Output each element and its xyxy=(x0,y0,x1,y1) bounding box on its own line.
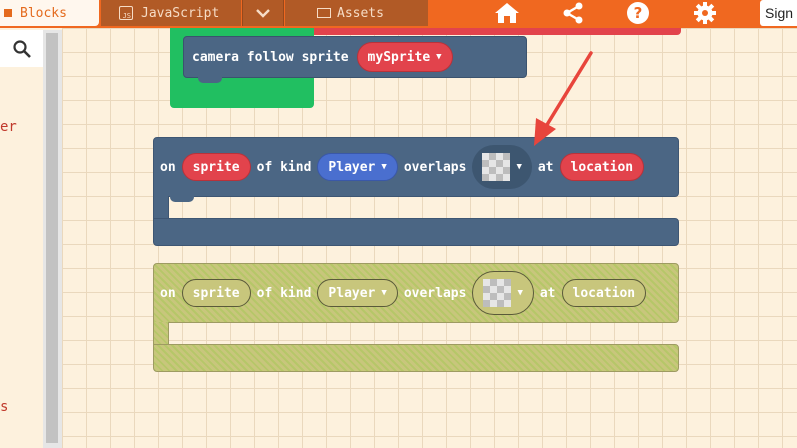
chevron-down-icon xyxy=(256,9,270,18)
tab-javascript[interactable]: JS JavaScript xyxy=(101,0,241,26)
tab-javascript-label: JavaScript xyxy=(141,5,220,21)
kind-value: Player xyxy=(328,159,376,175)
sprite-parameter[interactable]: sprite xyxy=(181,279,251,307)
location-parameter-label: location xyxy=(572,285,636,301)
top-menu-bar: Blocks JS JavaScript Assets ? Sign xyxy=(0,0,797,28)
ghost-event-block[interactable]: on sprite of kind Player ▼ overlaps ▼ at… xyxy=(153,263,679,373)
block-text: camera follow sprite xyxy=(192,49,349,65)
sprite-parameter[interactable]: sprite xyxy=(181,153,251,181)
caret-down-icon: ▼ xyxy=(381,162,387,172)
block-bottom xyxy=(153,344,679,372)
sprite-parameter-label: sprite xyxy=(192,285,240,301)
toolbox-scrollbar[interactable] xyxy=(43,30,62,448)
blocks-workspace[interactable]: camera follow sprite mySprite ▼ on sprit… xyxy=(62,28,797,448)
svg-text:?: ? xyxy=(634,4,643,22)
toolbox-category-partial[interactable]: s xyxy=(0,399,8,415)
sprite-parameter-label: sprite xyxy=(192,159,240,175)
kind-dropdown[interactable]: Player ▼ xyxy=(317,153,398,181)
block-arm xyxy=(153,196,169,220)
keyword-of-kind: of kind xyxy=(256,285,312,301)
keyword-on: on xyxy=(160,159,176,175)
block-notch xyxy=(198,77,222,83)
sign-in-button[interactable]: Sign xyxy=(760,0,797,26)
gear-icon xyxy=(694,2,716,24)
share-button[interactable] xyxy=(558,0,588,26)
location-parameter-label: location xyxy=(570,159,634,175)
block-arm xyxy=(153,322,169,346)
camera-follow-sprite-block[interactable]: camera follow sprite mySprite ▼ xyxy=(183,36,527,78)
keyword-of-kind: of kind xyxy=(256,159,312,175)
caret-down-icon: ▼ xyxy=(436,52,442,62)
keyword-at: at xyxy=(537,159,554,175)
search-icon xyxy=(12,39,31,58)
scrollbar-thumb[interactable] xyxy=(46,33,58,443)
keyword-overlaps: overlaps xyxy=(403,159,467,175)
keyword-on: on xyxy=(160,285,176,301)
block-bottom xyxy=(153,218,679,246)
language-dropdown-button[interactable] xyxy=(242,0,284,26)
location-parameter[interactable]: location xyxy=(561,279,647,307)
javascript-icon: JS xyxy=(119,6,133,20)
blocks-icon xyxy=(4,9,12,17)
keyword-at: at xyxy=(539,285,556,301)
keyword-overlaps: overlaps xyxy=(403,285,467,301)
block-notch xyxy=(170,196,194,202)
caret-down-icon: ▼ xyxy=(381,288,387,298)
help-icon: ? xyxy=(627,2,649,24)
tab-blocks[interactable]: Blocks xyxy=(0,0,99,26)
settings-button[interactable] xyxy=(690,0,720,26)
variable-dropdown[interactable]: mySprite ▼ xyxy=(356,42,453,72)
on-sprite-overlaps-tile-block[interactable]: on sprite of kind Player ▼ overlaps ▼ at… xyxy=(153,137,679,247)
caret-down-icon: ▼ xyxy=(516,162,522,172)
tile-picker-icon xyxy=(482,153,511,181)
tile-picker-dropdown[interactable]: ▼ xyxy=(472,145,532,189)
home-button[interactable] xyxy=(490,0,524,26)
tile-picker-dropdown[interactable]: ▼ xyxy=(472,271,534,315)
sign-in-label: Sign xyxy=(765,5,794,21)
image-icon xyxy=(317,8,331,18)
home-icon xyxy=(495,3,519,23)
toolbox-search-button[interactable] xyxy=(0,30,43,67)
tab-assets[interactable]: Assets xyxy=(285,0,428,26)
kind-dropdown[interactable]: Player ▼ xyxy=(317,279,398,307)
tab-assets-label: Assets xyxy=(337,5,384,21)
tile-picker-icon xyxy=(483,279,512,307)
toolbox-categories: er s xyxy=(0,67,43,448)
location-parameter[interactable]: location xyxy=(559,153,645,181)
tab-blocks-label: Blocks xyxy=(20,5,67,21)
share-icon xyxy=(563,2,583,24)
help-button[interactable]: ? xyxy=(623,0,653,26)
toolbox-category-partial[interactable]: er xyxy=(0,119,17,135)
caret-down-icon: ▼ xyxy=(517,288,523,298)
variable-name: mySprite xyxy=(367,49,431,65)
kind-value: Player xyxy=(328,285,376,301)
